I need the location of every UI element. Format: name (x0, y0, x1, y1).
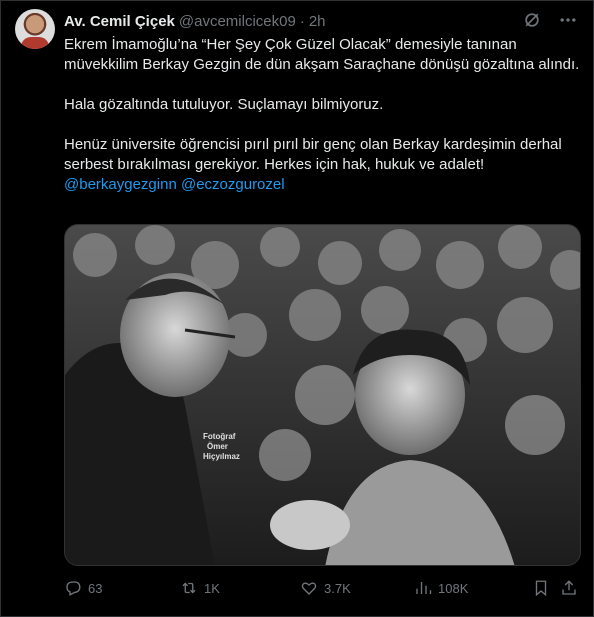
avatar[interactable] (15, 9, 55, 49)
tweet-paragraph-1: Ekrem İmamoğlu’na “Her Şey Çok Güzel Ola… (64, 36, 580, 73)
more-icon[interactable] (557, 9, 579, 31)
like-icon (301, 582, 317, 595)
timestamp[interactable]: 2h (309, 13, 326, 30)
separator-dot: · (299, 12, 305, 30)
tweet-header: Av. Cemil Çiçek @avcemilcicek09 · 2h (64, 11, 579, 31)
bookmark-icon (535, 580, 547, 597)
watermark-line: Ömer (207, 442, 228, 451)
author-handle[interactable]: @avcemilcicek09 (179, 13, 296, 30)
header-actions (521, 9, 579, 31)
repost-button[interactable]: 1K (180, 579, 220, 597)
share-icon (562, 580, 576, 595)
like-button[interactable]: 3.7K (300, 579, 351, 597)
tweet-text: Ekrem İmamoğlu’na “Her Şey Çok Güzel Ola… (64, 35, 584, 195)
repost-icon (182, 582, 196, 594)
photo-image: Fotoğraf Ömer Hiçyılmaz (65, 225, 580, 565)
tweet-photo[interactable]: Fotoğraf Ömer Hiçyılmaz (64, 224, 581, 566)
mention-link[interactable]: @berkaygezginn (64, 176, 177, 193)
reply-icon (66, 581, 81, 596)
reply-count: 63 (88, 580, 103, 596)
watermark-line: Hiçyılmaz (203, 452, 240, 461)
share-button[interactable] (560, 579, 578, 597)
reply-button[interactable]: 63 (64, 579, 102, 597)
tweet-paragraph-2: Hala gözaltında tutuluyor. Suçlamayı bil… (64, 96, 384, 113)
watermark-line: Fotoğraf (203, 432, 236, 441)
tweet-card[interactable]: Av. Cemil Çiçek @avcemilcicek09 · 2h Ekr… (0, 0, 594, 617)
views-icon (416, 582, 432, 594)
action-bar: 63 1K 3.7K 108K (64, 577, 584, 599)
tweet-paragraph-3: Henüz üniversite öğrencisi pırıl pırıl b… (64, 136, 562, 173)
grok-icon[interactable] (521, 9, 543, 31)
repost-count: 1K (204, 580, 220, 596)
views-button[interactable]: 108K (414, 579, 468, 597)
author-name[interactable]: Av. Cemil Çiçek (64, 13, 175, 30)
like-count: 3.7K (324, 580, 351, 596)
view-count: 108K (438, 580, 469, 596)
bookmark-button[interactable] (532, 579, 550, 597)
mention-link[interactable]: @eczozgurozel (181, 176, 285, 193)
